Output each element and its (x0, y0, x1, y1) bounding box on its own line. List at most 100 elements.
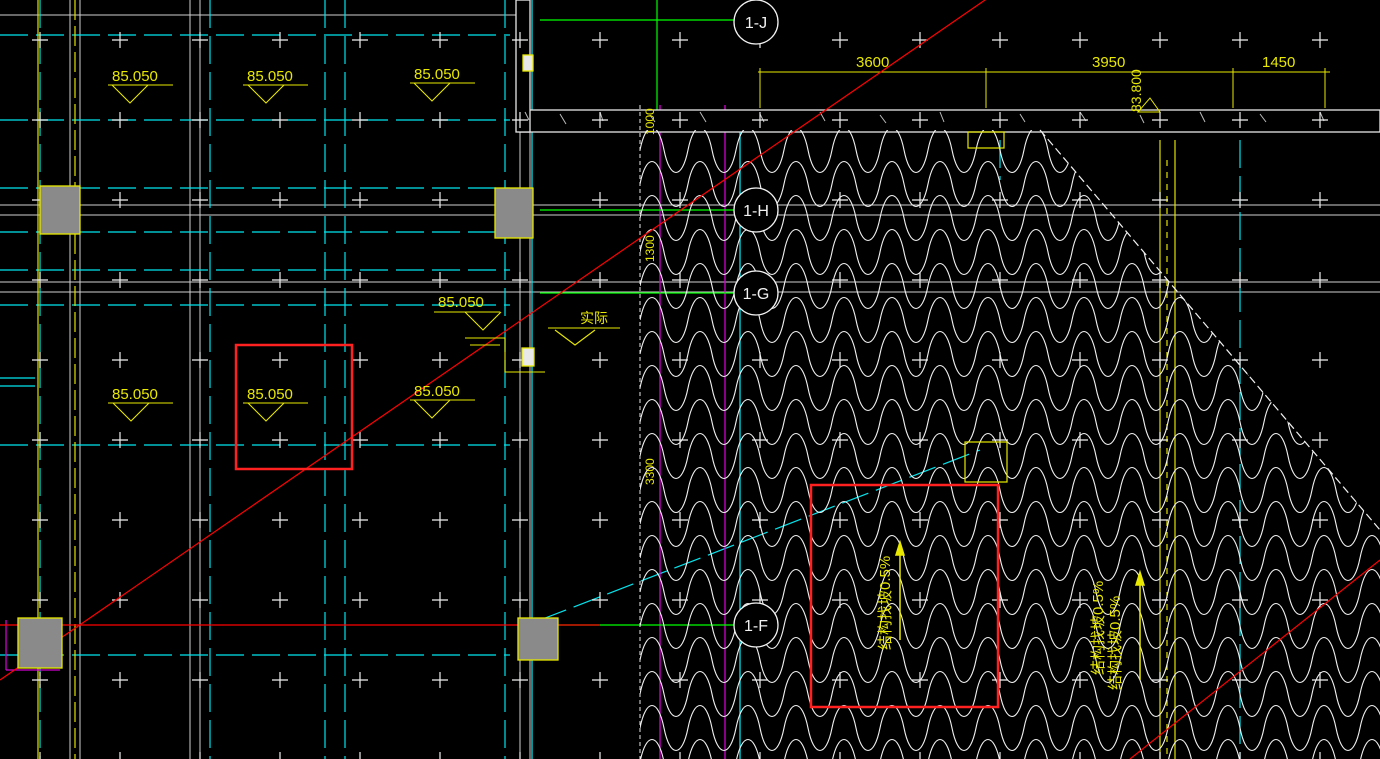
grid-cross (192, 592, 208, 608)
grid-cross (752, 432, 768, 448)
grid-cross (752, 672, 768, 688)
slope-note: 结构找坡0.5% (877, 556, 894, 650)
slope-boundary (1039, 129, 1380, 531)
slope-note: 结构找坡0.5% (1107, 596, 1124, 690)
grid-bubble: 1-J (733, 0, 779, 45)
grid-cross (512, 272, 528, 288)
grid-cross (1312, 432, 1328, 448)
grid-cross (992, 272, 1008, 288)
grid-cross (679, 752, 681, 759)
grid-cross (1072, 192, 1088, 208)
grid-cross (672, 512, 688, 528)
grid-cross (992, 192, 1008, 208)
grid-cross (112, 512, 128, 528)
grid-cross (112, 112, 128, 128)
grid-cross (199, 752, 201, 759)
grid-cross (32, 592, 48, 608)
dimension-text: 3300 (643, 458, 657, 485)
grid-cross (272, 672, 288, 688)
tag-text: 实际 (580, 310, 608, 326)
grid-cross (112, 352, 128, 368)
grid-cross (592, 352, 608, 368)
grid-cross (352, 512, 368, 528)
elevation-label: 85.050 (414, 66, 460, 83)
grid-cross (592, 192, 608, 208)
grid-cross (1152, 672, 1168, 688)
slope-note: 结构找坡0.5% (1090, 581, 1107, 675)
column (521, 347, 535, 367)
grid-cross (592, 672, 608, 688)
grid-cross (39, 752, 41, 759)
grid-cross (999, 752, 1001, 759)
column (17, 617, 63, 669)
grid-cross (359, 752, 361, 759)
grid-cross (32, 352, 48, 368)
grid-cross (1312, 592, 1328, 608)
elevation-label-group (108, 82, 502, 422)
wave-line (640, 331, 1380, 377)
grid-cross (919, 752, 921, 759)
svg-text:1-F: 1-F (744, 618, 768, 635)
grid-cross (272, 272, 288, 288)
grid-cross (432, 272, 448, 288)
grid-crosses (32, 32, 1328, 759)
elevation-label: 85.050 (438, 294, 484, 311)
axis-lines (540, 0, 735, 626)
grid-cross (1152, 432, 1168, 448)
highlight-box-left[interactable] (234, 343, 354, 471)
wave-line (640, 535, 1380, 581)
grid-cross (192, 112, 208, 128)
grid-cross (1312, 272, 1328, 288)
grid-cross (992, 512, 1008, 528)
wave-line (640, 467, 1380, 513)
wave-line (640, 229, 1380, 275)
wave-line (640, 705, 1380, 751)
column (39, 185, 81, 235)
grid-cross (192, 512, 208, 528)
grid-cross (112, 272, 128, 288)
grid-cross (592, 512, 608, 528)
grid-cross (192, 272, 208, 288)
grid-cross (432, 112, 448, 128)
grid-cross (272, 112, 288, 128)
grid-cross (512, 432, 528, 448)
grid-cross (119, 752, 121, 759)
grid-cross (992, 672, 1008, 688)
elevation-label: 85.050 (112, 68, 158, 85)
grid-cross (439, 752, 441, 759)
grid-cross (672, 352, 688, 368)
grid-cross (1072, 32, 1088, 48)
grid-cross (112, 592, 128, 608)
grid-cross (272, 352, 288, 368)
elevation-label: 85.050 (247, 68, 293, 85)
grid-cross (1152, 592, 1168, 608)
grid-cross (512, 592, 528, 608)
grid-cross (32, 272, 48, 288)
wave-line (640, 130, 1380, 173)
grid-cross (992, 592, 1008, 608)
grid-cross (1152, 512, 1168, 528)
elevation-label: 85.050 (112, 386, 158, 403)
wave-line (640, 739, 1380, 759)
grid-cross (272, 192, 288, 208)
grid-cross (832, 592, 848, 608)
grid-cross (672, 592, 688, 608)
grid-cross (1152, 352, 1168, 368)
grid-cross (192, 352, 208, 368)
grid-cross (912, 352, 928, 368)
svg-text:1-G: 1-G (743, 286, 770, 303)
dimension-text: 3600 (856, 54, 889, 71)
grid-cross (192, 192, 208, 208)
grid-cross (1312, 352, 1328, 368)
grid-cross (1152, 32, 1168, 48)
grid-cross (672, 672, 688, 688)
elevation-label: 85.050 (247, 386, 293, 403)
grid-cross (912, 512, 928, 528)
top-dimension-line (758, 68, 1330, 108)
grid-cross (1232, 192, 1248, 208)
cad-drawing-canvas[interactable]: 3600 3950 1450 83.800 1000 1300 3300 实际 (0, 0, 1380, 759)
grid-cross (352, 272, 368, 288)
wave-line (640, 433, 1380, 479)
grid-cross (32, 112, 48, 128)
wave-line (640, 671, 1380, 717)
